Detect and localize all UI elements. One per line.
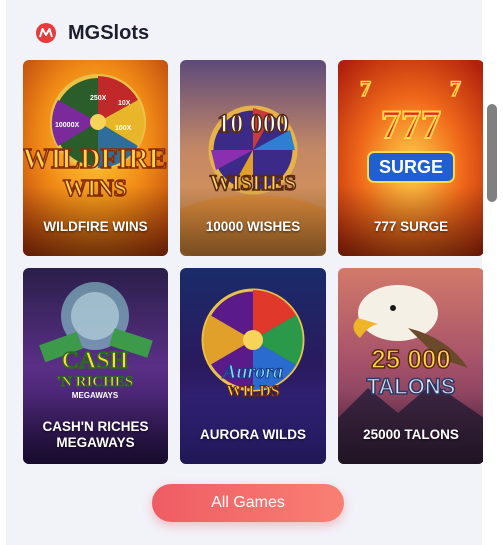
game-label: AURORA WILDS	[200, 427, 306, 442]
games-panel: MGSlots 250X 10X 100X 10000X WILDFIRE WI…	[6, 0, 484, 545]
game-label: CASH'N RICHES MEGAWAYS	[42, 419, 149, 450]
all-games-button[interactable]: All Games	[152, 484, 344, 522]
game-label: 777 SURGE	[373, 219, 449, 234]
game-card-10000-wishes[interactable]: 10 000 WISHES 10000 WISHES	[180, 60, 326, 256]
art-title: SURGE	[379, 157, 443, 177]
art-title: 777	[381, 102, 441, 147]
art-title: WILDFIRE	[23, 144, 167, 175]
game-card-wildfire-wins[interactable]: 250X 10X 100X 10000X WILDFIRE WINS WILDF…	[23, 60, 168, 256]
game-label: WILDFIRE WINS	[43, 219, 148, 234]
game-label: 25000 TALONS	[363, 427, 459, 442]
wheel-text: 10000X	[55, 122, 79, 129]
game-card-25000-talons[interactable]: 25 000 TALONS 25000 TALONS	[338, 268, 484, 464]
wheel-text: 10X	[118, 100, 131, 107]
art-title: CASH	[62, 348, 129, 374]
wheel-text: 100X	[115, 125, 132, 132]
wheel-text: 250X	[90, 95, 107, 102]
scrollbar-thumb[interactable]	[487, 104, 497, 202]
art-title: 25 000	[371, 344, 451, 374]
svg-text:7: 7	[450, 76, 461, 101]
art-title: 10 000	[217, 109, 289, 138]
section-header: MGSlots	[36, 20, 149, 46]
art-title: 'N RICHES	[57, 374, 133, 390]
game-label: 10000 WISHES	[205, 219, 301, 234]
game-card-777-surge[interactable]: 7 7 777 SURGE 777 SURGE	[338, 60, 484, 256]
mg-logo-icon	[36, 23, 56, 43]
section-title: MGSlots	[68, 21, 150, 44]
game-grid: 250X 10X 100X 10000X WILDFIRE WINS WILDF…	[23, 60, 484, 464]
game-card-cashn-riches-megaways[interactable]: CASH 'N RICHES MEGAWAYS CASH'N RICHES ME…	[23, 268, 168, 464]
art-title: Aurora	[221, 361, 283, 383]
game-card-aurora-wilds[interactable]: Aurora WILDS AURORA WILDS	[180, 268, 326, 464]
svg-text:7: 7	[360, 76, 371, 101]
scrollbar[interactable]	[483, 0, 503, 545]
